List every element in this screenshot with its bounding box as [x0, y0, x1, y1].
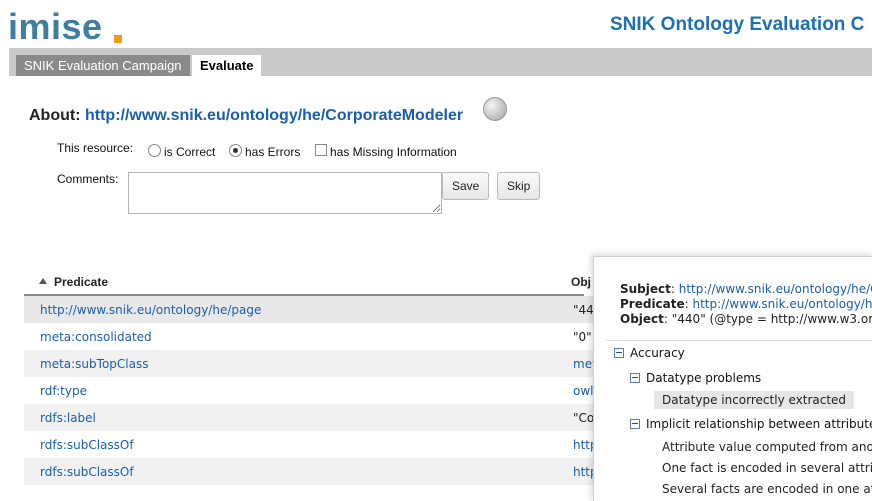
object-value: "44: [573, 303, 594, 317]
tab-snik-evaluation-campaign[interactable]: SNIK Evaluation Campaign: [16, 55, 190, 76]
tab-bar: SNIK Evaluation Campaign Evaluate: [9, 48, 872, 76]
object-link[interactable]: owl: [573, 384, 594, 398]
imise-logo: imise: [8, 6, 103, 48]
object-value: "Co: [573, 411, 594, 425]
table-row: rdfs:subClassOf http: [24, 458, 594, 485]
wikipedia-globe-icon[interactable]: [483, 97, 507, 121]
logo-accent-square: [114, 35, 122, 43]
skip-button[interactable]: Skip: [497, 172, 540, 200]
app-title: SNIK Ontology Evaluation C: [610, 14, 864, 36]
tree-node-datatype-problems[interactable]: Datatype problems: [646, 371, 761, 385]
object-link[interactable]: met: [573, 357, 594, 371]
table-row: rdfs:subClassOf http: [24, 431, 594, 458]
table-row: meta:subTopClass met: [24, 350, 594, 377]
tree-leaf-one-fact-several-attributes[interactable]: One fact is encoded in several attribu: [662, 461, 872, 475]
popup-subject: Subject: http://www.snik.eu/ontology/he/…: [620, 282, 872, 296]
predicate-column-header[interactable]: Predicate: [24, 270, 584, 296]
collapse-accuracy-icon[interactable]: [614, 348, 624, 358]
predicate-link[interactable]: rdf:type: [40, 384, 87, 398]
predicate-link[interactable]: rdfs:subClassOf: [40, 465, 134, 479]
sort-ascending-icon: [39, 278, 47, 284]
about-label: About:: [29, 107, 81, 124]
collapse-datatype-problems-icon[interactable]: [630, 373, 640, 383]
predicate-label: Predicate: [620, 297, 685, 311]
tree-leaf-datatype-incorrectly-extracted[interactable]: Datatype incorrectly extracted: [654, 391, 854, 409]
predicate-header-label: Predicate: [54, 275, 108, 289]
tree-leaf-several-facts-one-attribute[interactable]: Several facts are encoded in one attr: [662, 482, 872, 496]
object-link[interactable]: http: [573, 465, 594, 479]
object-literal: : "440" (@type = http://www.w3.org/2: [664, 312, 872, 326]
is-correct-label: is Correct: [164, 145, 215, 159]
predicate-link[interactable]: meta:subTopClass: [40, 357, 148, 371]
subject-link[interactable]: http://www.snik.eu/ontology/he/Co: [679, 282, 872, 296]
table-row: rdf:type owl: [24, 377, 594, 404]
popup-predicate: Predicate: http://www.snik.eu/ontology/h…: [620, 297, 872, 311]
object-column-header[interactable]: Obj: [571, 275, 591, 289]
predicate-link[interactable]: meta:consolidated: [40, 330, 152, 344]
tab-evaluate[interactable]: Evaluate: [192, 55, 261, 76]
missing-information-checkbox[interactable]: [315, 144, 327, 156]
object-value: "0": [573, 330, 594, 344]
predicate-link[interactable]: rdfs:subClassOf: [40, 438, 134, 452]
subject-label: Subject: [620, 282, 671, 296]
missing-information-label: has Missing Information: [330, 145, 457, 159]
predicate-uri-link[interactable]: http://www.snik.eu/ontology/he/p: [693, 297, 872, 311]
predicate-link[interactable]: rdfs:label: [40, 411, 96, 425]
object-link[interactable]: http: [573, 438, 594, 452]
table-row: http://www.snik.eu/ontology/he/page "44: [24, 296, 594, 323]
object-label: Object: [620, 312, 664, 326]
is-correct-radio[interactable]: [148, 144, 161, 157]
popup-object: Object: "440" (@type = http://www.w3.org…: [620, 312, 872, 326]
about-heading: About: http://www.snik.eu/ontology/he/Co…: [29, 107, 463, 125]
popup-divider: [606, 340, 872, 341]
tree-leaf-attribute-value-computed[interactable]: Attribute value computed from anothe: [662, 440, 872, 454]
resource-label: This resource:: [57, 141, 133, 155]
comments-textarea[interactable]: [128, 172, 442, 214]
has-errors-radio[interactable]: [229, 144, 242, 157]
predicate-link[interactable]: http://www.snik.eu/ontology/he/page: [40, 303, 261, 317]
table-row: meta:consolidated "0": [24, 323, 594, 350]
resource-uri-link[interactable]: http://www.snik.eu/ontology/he/Corporate…: [85, 107, 463, 124]
has-errors-label: has Errors: [245, 145, 300, 159]
collapse-implicit-relationship-icon[interactable]: [630, 419, 640, 429]
comments-label: Comments:: [57, 172, 118, 186]
error-classification-popup: Subject: http://www.snik.eu/ontology/he/…: [593, 256, 872, 501]
save-button[interactable]: Save: [442, 172, 489, 200]
tree-node-implicit-relationship[interactable]: Implicit relationship between attributes: [646, 417, 872, 431]
table-row: rdfs:label "Co: [24, 404, 594, 431]
tree-node-accuracy[interactable]: Accuracy: [630, 346, 685, 360]
